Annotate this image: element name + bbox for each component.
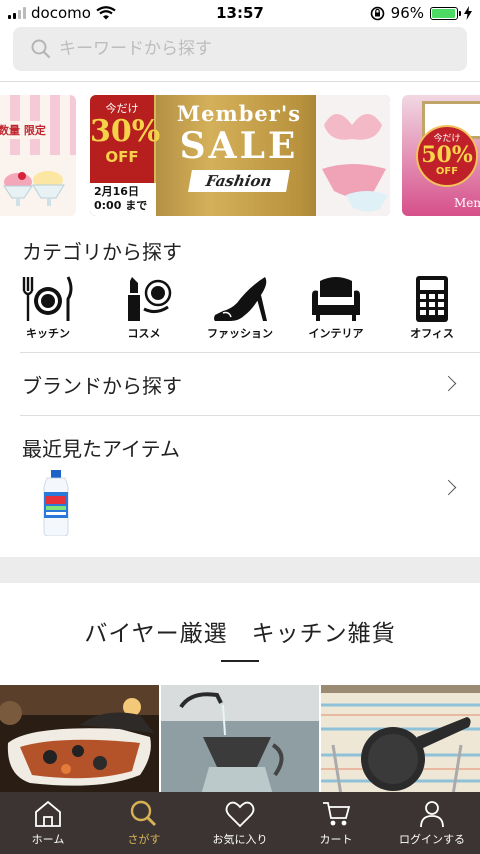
banner-limited-tag: 数量 限定 <box>0 121 48 139</box>
feature-underline <box>221 660 259 662</box>
user-icon <box>420 801 444 828</box>
dessert-image <box>3 171 65 206</box>
section-separator <box>0 557 480 583</box>
tab-label: お気に入り <box>212 833 268 846</box>
lingerie-image <box>316 95 390 216</box>
grill-pan-image <box>0 685 159 795</box>
brand-section-title: ブランドから探す <box>22 374 182 398</box>
tab-home[interactable]: ホーム <box>0 792 96 854</box>
battery-fill <box>432 8 456 18</box>
feature-photo-grill[interactable] <box>0 685 159 795</box>
sale-off-label: OFF <box>105 148 139 166</box>
category-interior[interactable]: インテリア <box>296 275 376 341</box>
recent-items-row[interactable] <box>0 465 480 545</box>
interior-icon <box>312 277 360 321</box>
sale-headline: Member's SALE Fashion <box>164 101 314 192</box>
tab-bar: ホーム さがす お気に入り カート ログインする <box>0 792 480 854</box>
sale-date: 2月16日 0:00 まで <box>90 183 156 216</box>
sale50-member-text: Mem <box>454 196 480 210</box>
tab-search[interactable]: さがす <box>96 792 192 854</box>
category-cosme[interactable]: コスメ <box>104 275 184 341</box>
heart-icon <box>225 801 255 828</box>
tab-label: カート <box>319 833 353 846</box>
sale-50-badge: 今だけ 50% OFF <box>416 125 478 187</box>
category-office[interactable]: オフィス <box>392 275 472 341</box>
brand-row[interactable]: ブランドから探す <box>0 353 480 415</box>
category-label: キッチン <box>26 327 70 340</box>
sale-sale-text: SALE <box>179 125 299 167</box>
search-icon <box>130 800 157 827</box>
category-label: オフィス <box>410 327 454 340</box>
skillet-image <box>321 685 480 795</box>
tab-label: さがす <box>127 833 161 846</box>
rotation-lock-icon <box>370 6 384 20</box>
category-label: インテリア <box>308 327 364 340</box>
battery-percent: 96% <box>390 4 424 22</box>
feature-photo-skillet[interactable] <box>321 685 480 795</box>
fashion-icon <box>214 277 267 321</box>
tab-login[interactable]: ログインする <box>384 792 480 854</box>
category-label: コスメ <box>127 327 161 340</box>
category-list: キッチン コスメ ファッション インテリア オフィス <box>0 275 480 345</box>
kitchen-icon <box>22 276 73 321</box>
tab-label: ホーム <box>31 833 65 846</box>
app-screen: docomo 13:57 96% キーワードから探す 数量 限定 今だけ 30%… <box>0 0 480 854</box>
office-icon <box>416 276 448 322</box>
feature-photos <box>0 685 480 795</box>
search-icon <box>31 39 51 59</box>
coffee-dripper-image <box>161 685 319 795</box>
tab-favorites[interactable]: お気に入り <box>192 792 288 854</box>
recent-item-image[interactable] <box>42 470 70 536</box>
status-bar: docomo 13:57 96% <box>0 0 480 26</box>
search-input[interactable] <box>59 39 439 59</box>
category-label: ファッション <box>207 327 273 340</box>
header-divider <box>0 81 480 82</box>
cosme-icon <box>128 277 172 321</box>
feature-title: バイヤー厳選 キッチン雑貨 <box>84 621 396 647</box>
sale-member-text: Member's <box>176 101 302 126</box>
category-section-title: カテゴリから探す <box>22 240 182 264</box>
tab-label: ログインする <box>399 833 465 846</box>
battery-icon <box>430 6 461 20</box>
divider <box>20 415 480 416</box>
banner-carousel[interactable]: 数量 限定 今だけ 30% OFF 2月16日 0:00 まで Member's… <box>0 95 480 217</box>
sale-percent: 30% <box>90 114 161 149</box>
sale50-percent: 50% <box>421 142 473 168</box>
category-kitchen[interactable]: キッチン <box>8 275 88 341</box>
charging-icon <box>464 6 472 20</box>
feature-photo-coffee[interactable] <box>161 685 319 795</box>
chevron-right-icon <box>440 375 457 392</box>
category-fashion[interactable]: ファッション <box>200 275 280 341</box>
sale-date-line2: 0:00 まで <box>94 199 148 212</box>
sale-fashion-text: Fashion <box>188 170 290 192</box>
tab-cart[interactable]: カート <box>288 792 384 854</box>
recent-section-title: 最近見たアイテム <box>22 437 180 461</box>
home-icon <box>35 800 61 827</box>
banner-limited[interactable]: 数量 限定 <box>0 95 76 216</box>
banner-member-sale[interactable]: 今だけ 30% OFF 2月16日 0:00 まで Member's SALE … <box>90 95 390 216</box>
status-right: 96% <box>370 4 472 22</box>
sale-30-badge: 今だけ 30% OFF <box>90 95 161 183</box>
cart-icon <box>323 802 351 826</box>
search-bar[interactable] <box>13 27 467 71</box>
chevron-right-icon <box>440 479 457 496</box>
banner-50-off[interactable]: 今だけ 50% OFF Mem <box>402 95 480 216</box>
sale-date-line1: 2月16日 <box>94 185 139 198</box>
